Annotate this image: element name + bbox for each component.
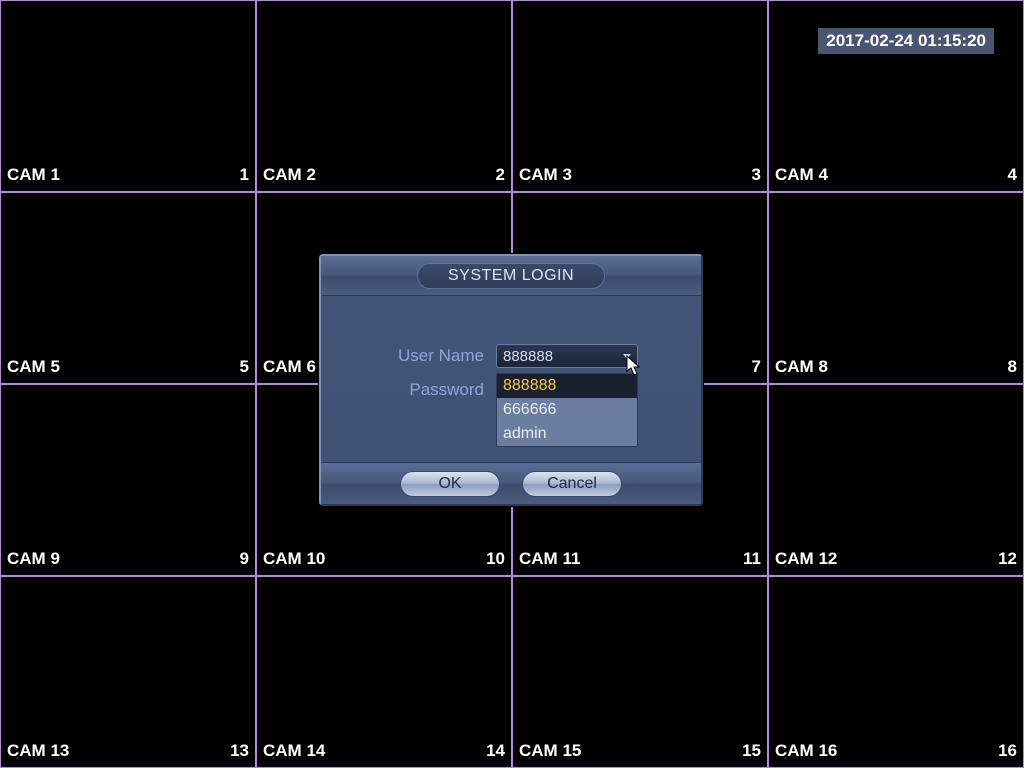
- camera-label: CAM 11: [519, 549, 580, 569]
- camera-label: CAM 12: [775, 549, 837, 569]
- camera-cell[interactable]: CAM 14 14: [256, 576, 512, 768]
- login-dialog: SYSTEM LOGIN User Name 888888 Password 8…: [319, 254, 703, 506]
- camera-number: 13: [230, 741, 249, 761]
- username-option[interactable]: 666666: [497, 398, 637, 422]
- camera-cell[interactable]: CAM 1 1: [0, 0, 256, 192]
- camera-label: CAM 15: [519, 741, 581, 761]
- camera-number: 9: [240, 549, 249, 569]
- camera-number: 1: [240, 165, 249, 185]
- camera-cell[interactable]: CAM 5 5: [0, 192, 256, 384]
- camera-cell[interactable]: CAM 9 9: [0, 384, 256, 576]
- camera-label: CAM 3: [519, 165, 572, 185]
- camera-cell[interactable]: CAM 12 12: [768, 384, 1024, 576]
- camera-label: CAM 14: [263, 741, 325, 761]
- camera-number: 11: [743, 549, 761, 569]
- camera-number: 14: [486, 741, 505, 761]
- username-select-value: 888888: [503, 348, 553, 365]
- camera-cell[interactable]: CAM 13 13: [0, 576, 256, 768]
- dialog-titlebar: SYSTEM LOGIN: [321, 256, 701, 296]
- username-label: User Name: [321, 346, 496, 366]
- timestamp-overlay: 2017-02-24 01:15:20: [818, 28, 994, 54]
- camera-label: CAM 13: [7, 741, 69, 761]
- camera-number: 15: [742, 741, 761, 761]
- username-option[interactable]: 888888: [497, 374, 637, 398]
- camera-number: 5: [240, 357, 249, 377]
- camera-label: CAM 10: [263, 549, 325, 569]
- cancel-button[interactable]: Cancel: [522, 471, 622, 497]
- camera-number: 16: [998, 741, 1017, 761]
- camera-number: 3: [752, 165, 761, 185]
- camera-number: 10: [486, 549, 505, 569]
- camera-cell[interactable]: CAM 16 16: [768, 576, 1024, 768]
- camera-cell[interactable]: CAM 15 15: [512, 576, 768, 768]
- camera-cell[interactable]: CAM 8 8: [768, 192, 1024, 384]
- camera-number: 8: [1008, 357, 1017, 377]
- camera-label: CAM 2: [263, 165, 316, 185]
- camera-label: CAM 1: [7, 165, 60, 185]
- camera-cell[interactable]: CAM 3 3: [512, 0, 768, 192]
- camera-label: CAM 5: [7, 357, 60, 377]
- camera-number: 4: [1008, 165, 1017, 185]
- dialog-button-row: OK Cancel: [321, 462, 701, 504]
- camera-number: 7: [752, 357, 761, 377]
- camera-label: CAM 9: [7, 549, 60, 569]
- username-option[interactable]: admin: [497, 422, 637, 446]
- ok-button[interactable]: OK: [400, 471, 500, 497]
- chevron-down-icon: [623, 354, 631, 359]
- camera-label: CAM 8: [775, 357, 828, 377]
- camera-number: 2: [496, 165, 505, 185]
- username-select[interactable]: 888888: [496, 344, 638, 368]
- password-label: Password: [321, 380, 496, 400]
- camera-cell[interactable]: CAM 2 2: [256, 0, 512, 192]
- camera-label: CAM 6: [263, 357, 316, 377]
- dialog-title: SYSTEM LOGIN: [417, 263, 605, 289]
- username-dropdown: 888888 666666 admin: [496, 373, 638, 447]
- camera-label: CAM 16: [775, 741, 837, 761]
- camera-number: 12: [998, 549, 1017, 569]
- camera-label: CAM 4: [775, 165, 828, 185]
